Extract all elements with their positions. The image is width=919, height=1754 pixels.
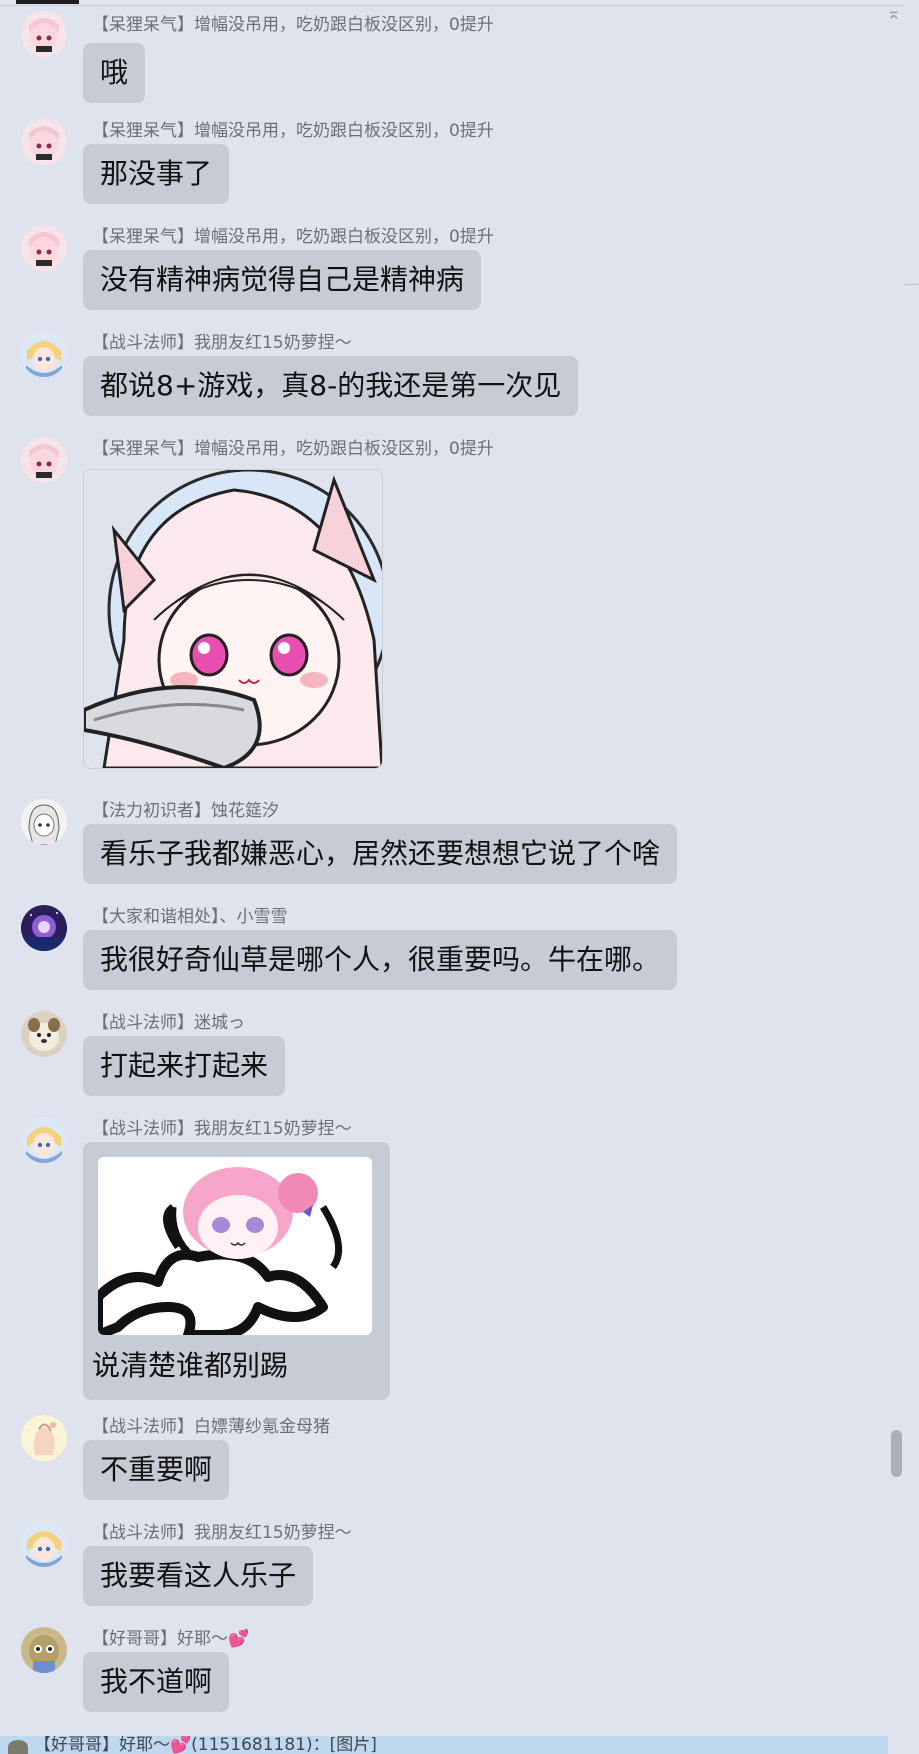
sender-name: 【法力初识者】蚀花筵汐 bbox=[92, 801, 279, 821]
pink-hair-sticker-icon bbox=[98, 1157, 372, 1335]
divider bbox=[905, 284, 919, 285]
avatar[interactable] bbox=[21, 905, 67, 951]
avatar[interactable] bbox=[21, 331, 67, 377]
avatar-icon bbox=[8, 1740, 28, 1754]
message-bubble[interactable]: 都说8+游戏，真8-的我还是第一次见 bbox=[83, 356, 579, 416]
image-message-card[interactable]: 说清楚谁都别踢 bbox=[83, 1142, 390, 1400]
message-bubble[interactable]: 没有精神病觉得自己是精神病 bbox=[83, 250, 482, 310]
sender-name: 【战斗法师】我朋友红15奶萝捏～ bbox=[92, 1119, 352, 1139]
message-bubble[interactable]: 我很好奇仙草是哪个人，很重要吗。牛在哪。 bbox=[83, 930, 678, 990]
avatar[interactable] bbox=[21, 1521, 67, 1567]
message-bubble[interactable]: 看乐子我都嫌恶心，居然还要想想它说了个啥 bbox=[83, 824, 678, 884]
message-bubble[interactable]: 不重要啊 bbox=[83, 1440, 230, 1500]
message-caption: 说清楚谁都别踢 bbox=[92, 1349, 289, 1382]
sender-name: 【战斗法师】白嫖薄纱氪金母猪 bbox=[92, 1417, 330, 1437]
message-bubble[interactable]: 哦 bbox=[83, 43, 146, 103]
notice-text: 【好哥哥】好耶～💕(1151681181)：[图片] bbox=[34, 1736, 377, 1754]
avatar[interactable] bbox=[21, 1415, 67, 1461]
avatar[interactable] bbox=[21, 1117, 67, 1163]
cat-girl-sticker-icon bbox=[84, 470, 382, 768]
message-bubble[interactable]: 打起来打起来 bbox=[83, 1036, 286, 1096]
sender-name: 【好哥哥】好耶～💕 bbox=[92, 1629, 250, 1649]
sender-name: 【大家和谐相处】、小雪雪 bbox=[92, 907, 288, 927]
avatar[interactable] bbox=[21, 1627, 67, 1673]
avatar[interactable] bbox=[21, 799, 67, 845]
sender-name: 【呆狸呆气】增幅没吊用，吃奶跟白板没区别，0提升 bbox=[92, 227, 494, 247]
avatar[interactable] bbox=[21, 437, 67, 483]
chat-message-list: 【呆狸呆气】增幅没吊用，吃奶跟白板没区别，0提升 哦 【呆狸呆气】增幅没吊用，吃… bbox=[0, 0, 905, 1754]
avatar[interactable] bbox=[21, 225, 67, 271]
message-bubble[interactable]: 那没事了 bbox=[83, 144, 230, 204]
message-bubble[interactable]: 我不道啊 bbox=[83, 1652, 230, 1712]
sender-name: 【战斗法师】我朋友红15奶萝捏～ bbox=[92, 1523, 352, 1543]
avatar[interactable] bbox=[21, 1011, 67, 1057]
sender-name: 【呆狸呆气】增幅没吊用，吃奶跟白板没区别，0提升 bbox=[92, 15, 494, 35]
avatar[interactable] bbox=[21, 11, 67, 57]
sticker-image[interactable] bbox=[98, 1157, 372, 1335]
scrollbar-thumb[interactable] bbox=[891, 1430, 902, 1477]
sticker-image[interactable] bbox=[83, 469, 383, 769]
avatar[interactable] bbox=[21, 119, 67, 165]
message-bubble[interactable]: 我要看这人乐子 bbox=[83, 1546, 314, 1606]
scrollbar-track[interactable] bbox=[905, 0, 919, 1754]
sender-name: 【战斗法师】迷城っ bbox=[92, 1013, 245, 1033]
new-message-notice[interactable]: 【好哥哥】好耶～💕(1151681181)：[图片] bbox=[0, 1736, 888, 1754]
sender-name: 【呆狸呆气】增幅没吊用，吃奶跟白板没区别，0提升 bbox=[92, 439, 494, 459]
sender-name: 【呆狸呆气】增幅没吊用，吃奶跟白板没区别，0提升 bbox=[92, 121, 494, 141]
sender-name: 【战斗法师】我朋友红15奶萝捏～ bbox=[92, 333, 352, 353]
